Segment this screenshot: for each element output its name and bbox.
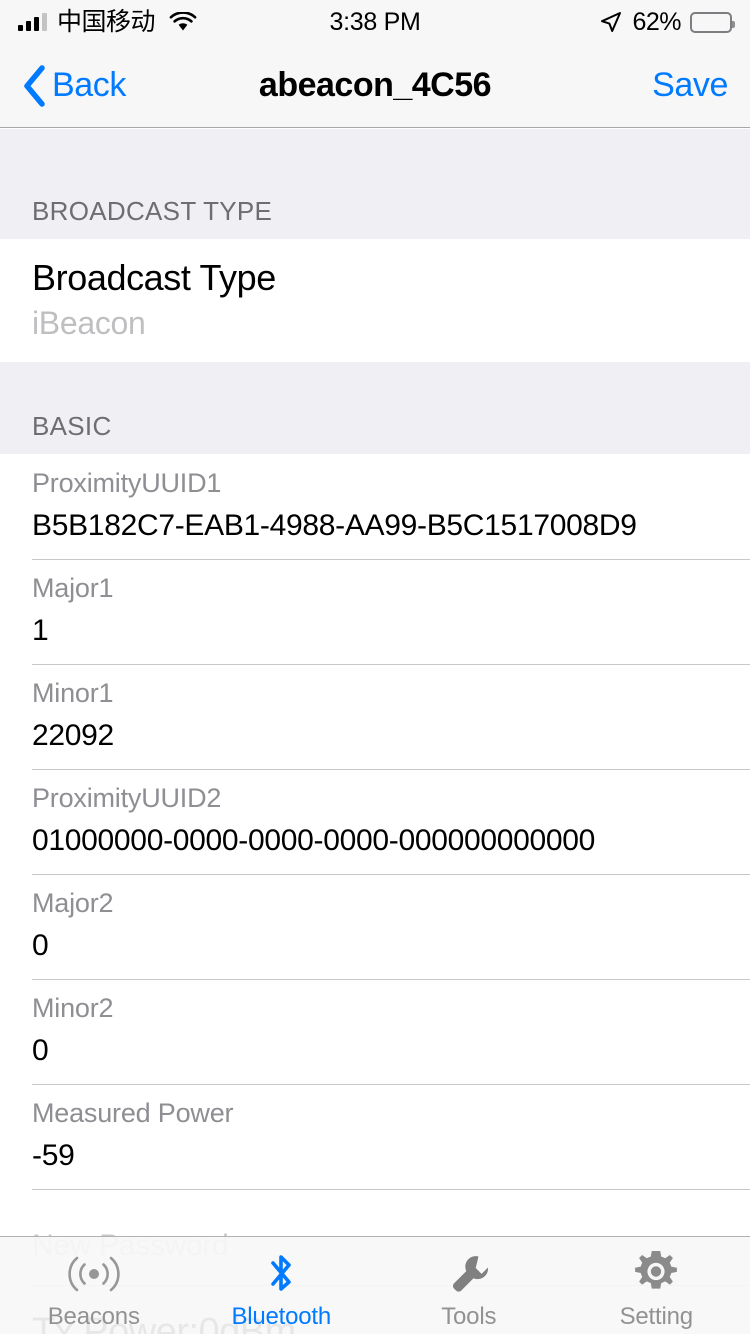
battery-percent-label: 62% [632,7,681,36]
tab-beacons[interactable]: Beacons [0,1237,188,1334]
status-bar: 中国移动 3:38 PM 62% [0,0,750,44]
field-proximityuuid1[interactable]: ProximityUUID1 B5B182C7-EAB1-4988-AA99-B… [0,454,750,559]
settings-scroll-view[interactable]: BROADCAST TYPE Broadcast Type iBeacon BA… [0,129,750,1334]
tab-tools[interactable]: Tools [375,1237,563,1334]
back-button-label: Back [52,66,126,104]
field-value[interactable]: B5B182C7-EAB1-4988-AA99-B5C1517008D9 [32,499,718,559]
tab-label: Setting [619,1303,694,1330]
tab-label: Beacons [47,1303,140,1330]
bluetooth-icon [261,1247,301,1301]
field-label: Major1 [32,573,114,603]
field-value[interactable]: 22092 [32,709,718,769]
broadcast-type-value: iBeacon [32,305,146,341]
field-value[interactable]: 0 [32,1024,718,1084]
back-button[interactable]: Back [22,64,126,108]
field-value[interactable]: -59 [32,1129,718,1189]
field-major1[interactable]: Major1 1 [0,559,750,664]
field-label: Minor1 [32,678,114,708]
field-label: ProximityUUID1 [32,468,222,498]
navigation-bar: Back abeacon_4C56 Save [0,44,750,128]
battery-icon [690,11,735,33]
field-value[interactable]: 1 [32,604,718,664]
wifi-icon [169,12,197,32]
location-arrow-icon [599,10,623,34]
field-value[interactable]: 01000000-0000-0000-0000-000000000000 [32,814,718,874]
tab-bar: Beacons Bluetooth Tools Setting [0,1236,750,1334]
field-major2[interactable]: Major2 0 [0,874,750,979]
section-header-broadcast-type: BROADCAST TYPE [0,129,750,239]
broadcast-type-group: Broadcast Type iBeacon [0,239,750,362]
field-measured-power[interactable]: Measured Power -59 [0,1084,750,1189]
broadcast-type-cell[interactable]: Broadcast Type iBeacon [0,239,750,362]
status-bar-left: 中国移动 [18,7,197,36]
field-label: Measured Power [32,1098,234,1128]
field-label: ProximityUUID2 [32,783,222,813]
tab-bluetooth[interactable]: Bluetooth [188,1237,376,1334]
field-minor1[interactable]: Minor1 22092 [0,664,750,769]
cellular-signal-icon [18,13,47,31]
tab-setting[interactable]: Setting [563,1237,750,1334]
section-header-basic: BASIC [0,362,750,454]
chevron-left-icon [22,64,48,108]
basic-group: ProximityUUID1 B5B182C7-EAB1-4988-AA99-B… [0,454,750,1334]
field-minor2[interactable]: Minor2 0 [0,979,750,1084]
gear-icon [631,1247,681,1301]
save-button[interactable]: Save [652,66,728,105]
field-label: Minor2 [32,993,114,1023]
field-label: Major2 [32,888,114,918]
field-proximityuuid2[interactable]: ProximityUUID2 01000000-0000-0000-0000-0… [0,769,750,874]
clock-label: 3:38 PM [329,7,421,36]
tab-label: Tools [441,1303,497,1330]
field-value[interactable]: 0 [32,919,718,979]
broadcast-type-title: Broadcast Type [32,257,276,298]
wrench-icon [445,1247,493,1301]
carrier-label: 中国移动 [57,7,156,36]
status-bar-right: 62% [599,7,735,37]
beacon-signal-icon [67,1247,121,1301]
tab-label: Bluetooth [231,1303,332,1330]
